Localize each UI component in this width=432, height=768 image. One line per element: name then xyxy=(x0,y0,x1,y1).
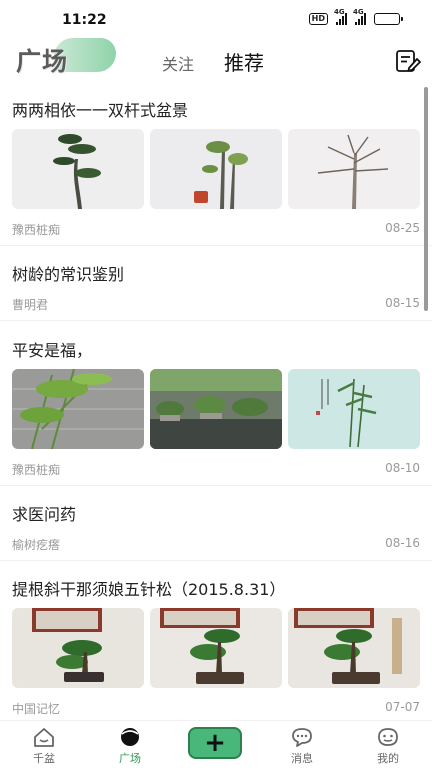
header: 广场 关注 推荐 xyxy=(0,38,432,84)
feed[interactable]: 两两相依一一双杆式盆景 豫西桩痴 08-25 树龄的常识鉴别 曹明君 08-15… xyxy=(0,88,432,720)
page-logo: 广场 xyxy=(14,38,116,78)
edit-note-icon[interactable] xyxy=(395,49,421,73)
post-title: 平安是福， xyxy=(12,341,93,360)
post-images xyxy=(12,608,420,688)
message-icon xyxy=(292,728,312,747)
nav-item-home[interactable]: 千盆 xyxy=(14,726,74,766)
post-image[interactable] xyxy=(150,608,282,688)
post-card[interactable]: 提根斜干那须娘五针松（2015.8.31） 中国记忆 07-07 xyxy=(0,561,432,720)
post-meta: 中国记忆 07-07 xyxy=(12,700,420,717)
post-images xyxy=(12,369,420,449)
status-time: 11:22 xyxy=(62,12,107,28)
scrollbar[interactable] xyxy=(424,87,428,311)
post-image[interactable] xyxy=(288,608,420,688)
nav-item-label: 广场 xyxy=(119,752,141,765)
post-author[interactable]: 曹明君 xyxy=(12,296,48,313)
post-card[interactable]: 两两相依一一双杆式盆景 豫西桩痴 08-25 xyxy=(0,88,432,246)
post-author[interactable]: 豫西桩痴 xyxy=(12,221,60,238)
nav-item-message[interactable]: 消息 xyxy=(272,726,332,766)
post-image[interactable] xyxy=(288,369,420,449)
status-icons: HD 4G 4G xyxy=(308,8,403,25)
signal-icon: 4G xyxy=(334,8,347,25)
post-meta: 曹明君 08-15 xyxy=(12,296,420,313)
post-meta: 榆树疙瘩 08-16 xyxy=(12,536,420,553)
nav-item-profile[interactable]: 我的 xyxy=(358,726,418,766)
post-meta: 豫西桩痴 08-10 xyxy=(12,461,420,478)
post-author[interactable]: 豫西桩痴 xyxy=(12,461,60,478)
post-date: 08-16 xyxy=(385,536,420,550)
post-image[interactable] xyxy=(12,608,144,688)
post-image[interactable] xyxy=(150,129,282,209)
battery-icon xyxy=(374,13,403,25)
signal-icon-2: 4G xyxy=(353,8,366,25)
nav-item-square[interactable]: 广场 xyxy=(100,726,160,766)
post-date: 07-07 xyxy=(385,700,420,714)
post-images xyxy=(12,129,420,209)
nav-item-label: 我的 xyxy=(377,752,399,765)
tab-follow[interactable]: 关注 xyxy=(162,51,194,75)
hd-badge: HD xyxy=(308,13,328,25)
add-post-button[interactable]: + xyxy=(188,727,242,759)
post-card[interactable]: 求医问药 榆树疙瘩 08-16 xyxy=(0,486,432,561)
post-image[interactable] xyxy=(288,129,420,209)
post-card[interactable]: 平安是福， 豫西桩痴 08-10 xyxy=(0,321,432,486)
square-icon xyxy=(121,728,139,746)
post-meta: 豫西桩痴 08-25 xyxy=(12,221,420,238)
bottom-nav: 千盆 广场 + 消息 我的 xyxy=(0,720,432,768)
post-title: 求医问药 xyxy=(12,505,77,524)
post-image[interactable] xyxy=(12,369,144,449)
post-author[interactable]: 中国记忆 xyxy=(12,700,60,717)
home-icon xyxy=(34,728,54,747)
post-author[interactable]: 榆树疙瘩 xyxy=(12,536,60,553)
page-title: 广场 xyxy=(16,47,69,76)
tab-recommend[interactable]: 推荐 xyxy=(224,47,264,76)
nav-item-label: 千盆 xyxy=(33,752,55,765)
profile-icon xyxy=(378,728,398,746)
add-icon: + xyxy=(204,728,226,758)
post-card[interactable]: 树龄的常识鉴别 曹明君 08-15 xyxy=(0,246,432,321)
post-image[interactable] xyxy=(12,129,144,209)
post-date: 08-15 xyxy=(385,296,420,310)
post-title: 两两相依一一双杆式盆景 xyxy=(12,101,189,120)
post-date: 08-10 xyxy=(385,461,420,475)
status-bar: 11:22 HD 4G 4G xyxy=(0,0,432,38)
nav-item-label: 消息 xyxy=(291,752,313,765)
post-image[interactable] xyxy=(150,369,282,449)
post-title: 树龄的常识鉴别 xyxy=(12,265,125,284)
post-date: 08-25 xyxy=(385,221,420,235)
post-title: 提根斜干那须娘五针松（2015.8.31） xyxy=(12,580,286,599)
